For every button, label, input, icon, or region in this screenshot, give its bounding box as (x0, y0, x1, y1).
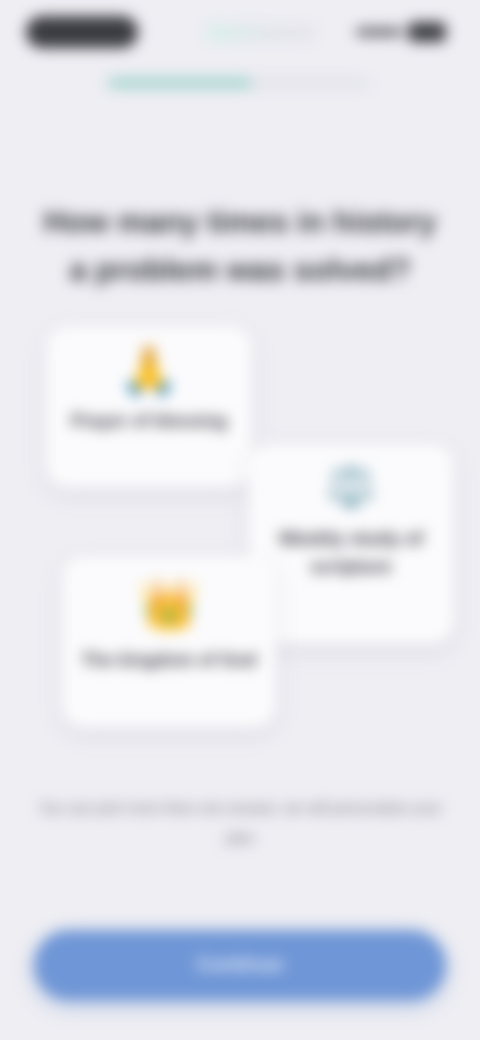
option-2-label: Weekly study of scripture (278, 529, 424, 578)
onboarding-progress-bar (108, 78, 370, 88)
option-card-2[interactable]: ⚖️ Weekly study of scripture (248, 444, 454, 644)
status-bar (22, 12, 446, 52)
option-3-label: The kingdom of God (81, 650, 257, 670)
option-1-label: Prayer of blessing (70, 411, 228, 431)
continue-button[interactable]: Continue (34, 930, 446, 1000)
option-1-icon: 🙏 (119, 345, 179, 398)
option-card-3[interactable]: 👑 The kingdom of God (62, 556, 276, 728)
battery-icon (408, 22, 446, 42)
dynamic-island (26, 16, 138, 48)
screen: How many times in history a problem was … (0, 0, 480, 1040)
status-center-indicator (206, 26, 316, 40)
page-title: How many times in history a problem was … (43, 204, 437, 287)
progress-fill (108, 78, 253, 88)
status-icons (356, 22, 446, 42)
option-2-icon: ⚖️ (326, 464, 376, 508)
signal-icon (356, 28, 402, 36)
option-3-icon: 👑 (139, 579, 199, 632)
option-card-1[interactable]: 🙏 Prayer of blessing (46, 326, 252, 488)
footnote: You can pick more than one answer, we wi… (38, 800, 442, 847)
